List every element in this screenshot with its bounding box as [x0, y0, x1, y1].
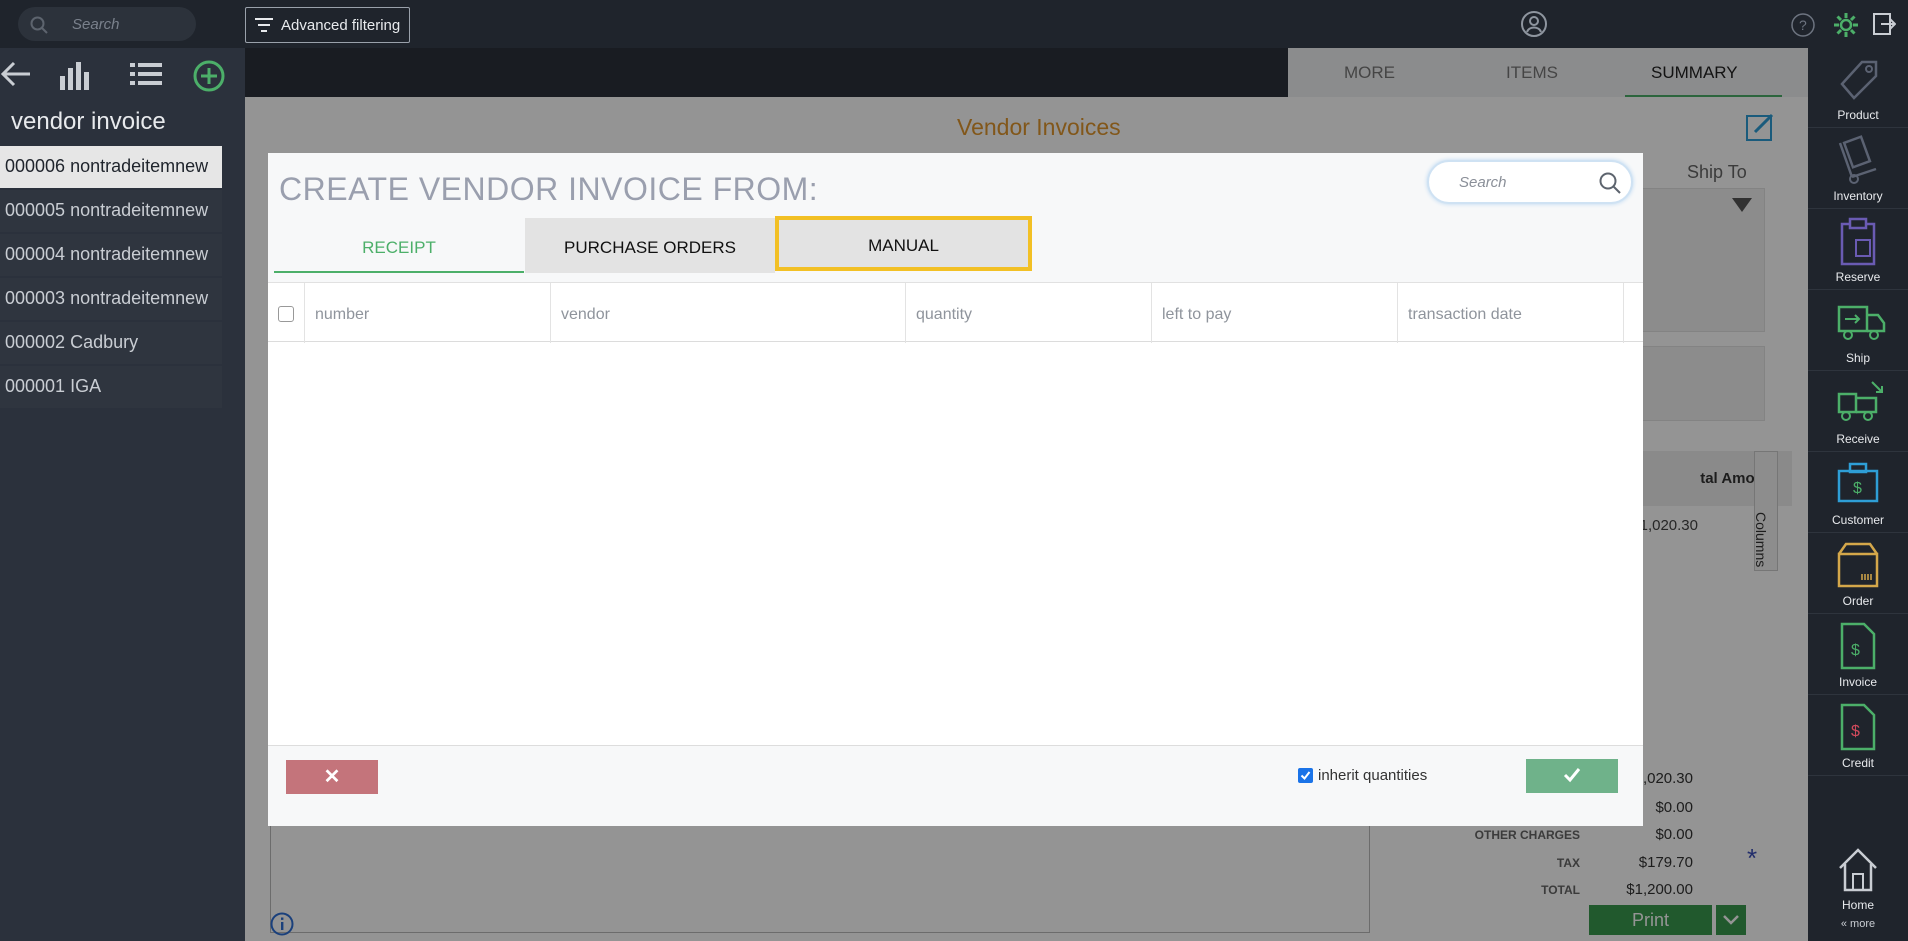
inherit-quantities-label: inherit quantities [1318, 767, 1428, 784]
user-icon[interactable] [1521, 11, 1547, 37]
invoice-dollar-icon: $ [1840, 622, 1876, 670]
dock-reserve[interactable]: Reserve [1808, 210, 1908, 290]
list-icon[interactable] [130, 60, 162, 88]
tag-icon [1840, 60, 1878, 100]
dock-label: Invoice [1838, 675, 1878, 689]
advanced-filtering-button[interactable]: Advanced filtering [245, 7, 410, 43]
list-item[interactable]: 000004 nontradeitemnew [0, 234, 222, 276]
dock-inventory[interactable]: Inventory [1808, 129, 1908, 209]
dock-label: Product [1837, 108, 1879, 122]
truck-out-icon [1837, 305, 1886, 340]
dock-label: Order [1842, 594, 1874, 608]
search-icon[interactable] [1599, 172, 1621, 194]
list-item[interactable]: 000003 nontradeitemnew [0, 278, 222, 320]
logout-icon[interactable] [1872, 12, 1896, 36]
svg-text:?: ? [1799, 17, 1807, 33]
advanced-filtering-label: Advanced filtering [281, 17, 401, 34]
create-vendor-invoice-dialog: CREATE VENDOR INVOICE FROM: RECEIPT PURC… [268, 153, 1643, 826]
dock-receive[interactable]: Receive [1808, 372, 1908, 452]
dock-label: Home [1841, 898, 1874, 912]
column-header-vendor[interactable]: vendor [551, 283, 906, 343]
tab-purchase-orders[interactable]: PURCHASE ORDERS [525, 218, 775, 273]
checkbox-checked[interactable] [1298, 768, 1313, 783]
gear-icon[interactable] [1833, 12, 1859, 38]
dialog-search[interactable] [1427, 160, 1633, 204]
dock-order[interactable]: Order [1808, 534, 1908, 614]
tab-manual[interactable]: MANUAL [775, 216, 1032, 271]
list-title: vendor invoice [11, 108, 166, 135]
dock-label: Reserve [1835, 270, 1881, 284]
column-header-left-to-pay[interactable]: left to pay [1152, 283, 1398, 343]
bar-chart-icon[interactable] [58, 60, 92, 90]
dock-invoice[interactable]: $ Invoice [1808, 615, 1908, 695]
svg-text:$: $ [1853, 480, 1862, 497]
select-all-cell [268, 283, 305, 343]
tab-receipt[interactable]: RECEIPT [274, 218, 524, 273]
search-icon [30, 16, 48, 34]
check-icon [1300, 771, 1311, 781]
global-search[interactable]: Search [18, 7, 196, 41]
dialog-table-body [268, 343, 1643, 743]
global-search-placeholder: Search [72, 16, 120, 33]
truck-in-icon [1837, 381, 1883, 421]
dock-label: Inventory [1833, 189, 1883, 203]
clipboard-icon [1840, 217, 1876, 266]
top-bar: Search Advanced filtering ? [0, 0, 1908, 48]
dialog-table-header: number vendor quantity left to pay trans… [268, 282, 1643, 343]
dock-product[interactable]: Product [1808, 48, 1908, 128]
invoice-list-panel: vendor invoice 000006 nontradeitemnew 00… [0, 48, 245, 941]
back-arrow-icon[interactable] [0, 60, 32, 88]
select-all-checkbox[interactable] [278, 306, 294, 322]
svg-text:$: $ [1851, 723, 1860, 740]
column-header-number[interactable]: number [305, 283, 551, 343]
home-icon [1839, 848, 1877, 892]
list-item[interactable]: 000001 IGA [0, 366, 222, 408]
dock-label: Ship [1845, 351, 1871, 365]
box-icon [1837, 542, 1879, 588]
add-icon[interactable] [193, 60, 225, 92]
filter-icon [255, 18, 273, 32]
dock-label: Credit [1841, 756, 1874, 770]
dialog-header: CREATE VENDOR INVOICE FROM: RECEIPT PURC… [268, 153, 1643, 282]
dialog-title: CREATE VENDOR INVOICE FROM: [279, 171, 819, 207]
confirm-button[interactable] [1526, 759, 1618, 793]
dock-customer[interactable]: $ Customer [1808, 453, 1908, 533]
dialog-search-input[interactable] [1459, 174, 1589, 191]
cancel-button[interactable]: ✕ [286, 760, 378, 794]
dock-credit[interactable]: $ Credit [1808, 696, 1908, 776]
svg-text:$: $ [1851, 642, 1860, 659]
list-item[interactable]: 000006 nontradeitemnew [0, 146, 222, 188]
credit-doc-icon: $ [1840, 703, 1876, 751]
right-dock: Product Inventory Reserve Ship Receive $… [1808, 48, 1908, 941]
dock-ship[interactable]: Ship [1808, 291, 1908, 371]
dock-label: Customer [1831, 513, 1884, 527]
hand-truck-icon [1838, 135, 1877, 184]
dock-more-link[interactable]: « more [1808, 918, 1908, 930]
briefcase-dollar-icon: $ [1837, 462, 1879, 503]
dialog-footer: ✕ inherit quantities [268, 745, 1643, 826]
dock-home[interactable]: Home [1808, 838, 1908, 918]
check-icon [1563, 768, 1581, 783]
column-header-transaction-date[interactable]: transaction date [1398, 283, 1624, 343]
list-item[interactable]: 000002 Cadbury [0, 322, 222, 364]
column-header-quantity[interactable]: quantity [906, 283, 1152, 343]
list-item[interactable]: 000005 nontradeitemnew [0, 190, 222, 232]
dock-label: Receive [1836, 432, 1880, 446]
help-icon[interactable]: ? [1791, 13, 1815, 37]
